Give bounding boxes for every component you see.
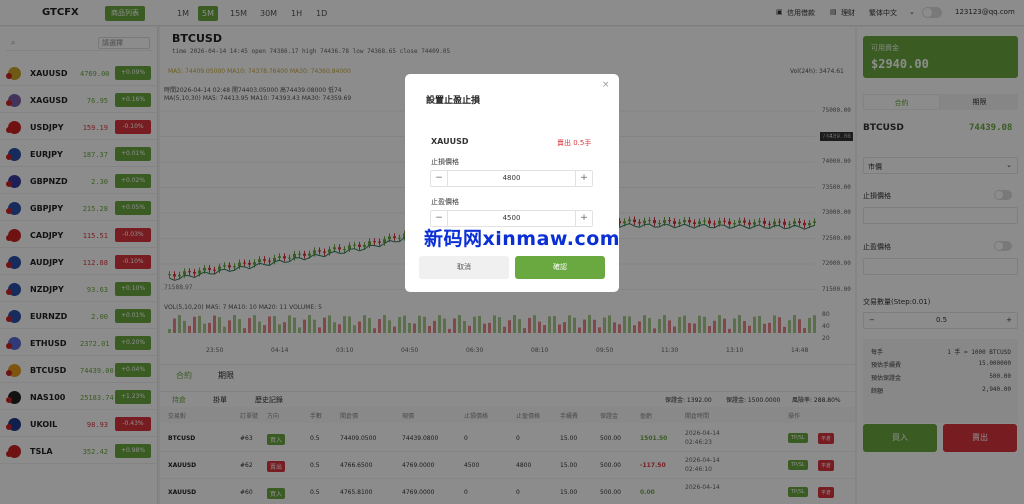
- cancel-button[interactable]: 取消: [419, 256, 509, 279]
- sl-stepper[interactable]: − 4800 +: [430, 170, 593, 187]
- sl-value: 4800: [502, 174, 521, 182]
- watermark-text: 新码网xinmaw.com: [424, 228, 621, 250]
- dialog-side: 賣出 0.5手: [557, 139, 592, 147]
- dialog-title: 設置止盈止損: [426, 96, 481, 106]
- confirm-button[interactable]: 確認: [515, 256, 605, 279]
- close-icon[interactable]: ×: [602, 80, 610, 90]
- sl-plus-button[interactable]: +: [575, 171, 592, 186]
- dialog-tp-label: 止盈價格: [431, 198, 459, 206]
- sl-minus-button[interactable]: −: [431, 171, 448, 186]
- tp-sl-dialog: × 設置止盈止損 XAUUSD 賣出 0.5手 止損價格 − 4800 + 止盈…: [405, 74, 619, 292]
- dialog-sl-label: 止損價格: [431, 158, 459, 166]
- dialog-symbol: XAUUSD: [431, 137, 469, 146]
